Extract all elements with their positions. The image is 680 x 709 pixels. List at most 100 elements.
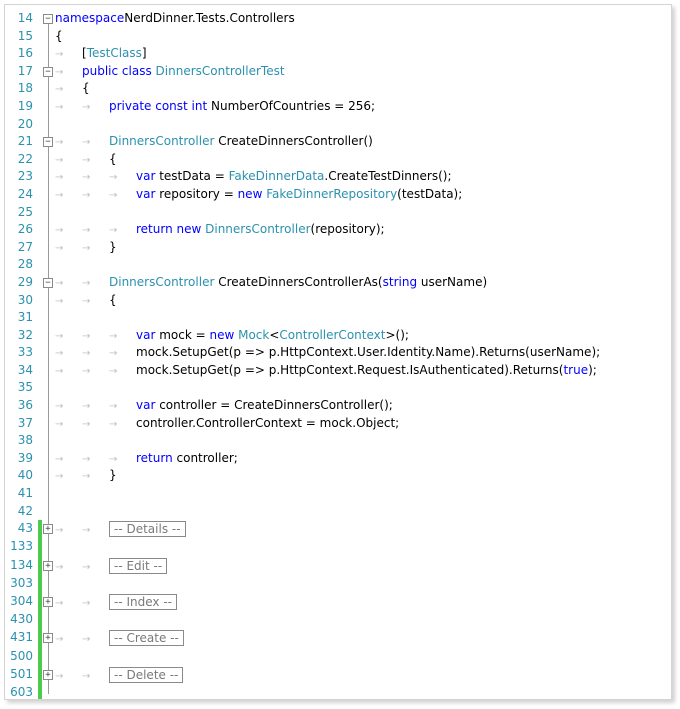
code-line[interactable]: 40 → →}: [5, 467, 671, 486]
change-indicator: [38, 683, 42, 699]
collapse-icon[interactable]: −: [43, 137, 53, 148]
collapse-icon[interactable]: −: [43, 277, 53, 288]
tab-marker-icon: →: [82, 348, 91, 360]
line-number: 24: [17, 186, 33, 201]
code-line[interactable]: 14− namespaceNerdDinner.Tests.Controllers: [5, 10, 671, 28]
tab-marker-icon: →: [82, 561, 91, 573]
code-line[interactable]: 38: [5, 432, 671, 450]
line-number: 430: [10, 612, 33, 627]
collapsed-region[interactable]: -- Details --: [109, 521, 186, 538]
code-token: .CreateTestDinners();: [324, 169, 452, 184]
tab-marker-icon: →: [82, 634, 91, 646]
code-line[interactable]: 15 {: [5, 27, 671, 46]
code-line[interactable]: 430: [5, 611, 671, 630]
tab-marker-icon: →: [82, 365, 91, 377]
keyword-token: var: [136, 169, 160, 184]
code-line[interactable]: 501 + → → -- Delete --: [5, 665, 671, 684]
change-indicator: [38, 520, 42, 539]
code-line[interactable]: 42: [5, 502, 671, 521]
code-line[interactable]: 28: [5, 256, 671, 274]
collapsed-region[interactable]: -- Edit --: [109, 557, 168, 574]
code-line[interactable]: 304 + → → -- Index --: [5, 592, 671, 612]
code-line[interactable]: 31: [5, 309, 671, 327]
code-token: mock =: [159, 327, 210, 342]
code-line[interactable]: 37 → → → controller.ControllerContext = mock…: [5, 414, 671, 433]
code-line[interactable]: 500: [5, 647, 671, 666]
outline-guide: [48, 80, 49, 98]
code-token: {: [82, 81, 90, 96]
tab-marker-icon: →: [55, 525, 64, 537]
expand-icon[interactable]: +: [43, 633, 53, 644]
code-line[interactable]: 16 → [TestClass]: [5, 45, 671, 63]
code-line[interactable]: 303: [5, 574, 671, 593]
collapse-icon[interactable]: −: [43, 14, 53, 24]
type-token: FakeDinnerRepository: [266, 186, 398, 201]
keyword-token: namespace: [55, 11, 125, 25]
tab-marker-icon: →: [109, 225, 118, 237]
outline-guide: [48, 27, 49, 46]
tab-marker-icon: →: [82, 330, 91, 342]
code-line[interactable]: 34 → → → mock.SetupGet(p => p.HttpContext.Re…: [5, 361, 671, 380]
code-line[interactable]: 603: [5, 683, 671, 699]
tab-marker-icon: →: [55, 172, 64, 184]
tab-marker-icon: →: [55, 634, 64, 646]
collapsed-region[interactable]: -- Delete --: [109, 666, 184, 683]
keyword-token: new: [237, 186, 267, 201]
code-line[interactable]: 27 → →}: [5, 238, 671, 258]
line-number: 26: [17, 222, 33, 237]
code-token: );: [588, 362, 597, 377]
code-line[interactable]: 30 → → {: [5, 291, 671, 310]
code-text: → →}: [55, 239, 117, 258]
code-line[interactable]: 17− → public class DinnersControllerTest: [5, 62, 671, 81]
code-token: userName): [420, 274, 488, 289]
keyword-token: new: [209, 327, 239, 342]
line-number: 21: [17, 134, 33, 149]
outline-guide: [48, 185, 49, 204]
code-line[interactable]: 19 → → private const int NumberOfCountries …: [5, 97, 671, 116]
line-number: 27: [17, 239, 33, 254]
code-line[interactable]: 24 → → → var repository = new FakeDinnerRepo…: [5, 185, 671, 204]
collapsed-region[interactable]: -- Create --: [109, 630, 184, 647]
collapse-icon[interactable]: −: [43, 66, 53, 77]
expand-icon[interactable]: +: [43, 560, 53, 571]
code-line[interactable]: 26 → → → return new DinnersController(reposi…: [5, 221, 671, 239]
code-line[interactable]: 23 → → → var testData = FakeDinnerData.Creat…: [5, 168, 671, 186]
change-indicator: [38, 665, 42, 684]
tab-marker-icon: →: [82, 242, 91, 254]
expand-icon[interactable]: +: [43, 524, 53, 535]
code-line[interactable]: 25: [5, 203, 671, 222]
keyword-token: return: [136, 450, 177, 465]
outline-guide: [48, 502, 49, 521]
code-token: (repository);: [310, 222, 385, 237]
code-line[interactable]: 134 + → → -- Edit --: [5, 556, 671, 575]
code-line[interactable]: 29− → → DinnersController CreateDinnersCont…: [5, 273, 671, 292]
code-line[interactable]: 39 → → → return controller;: [5, 449, 671, 468]
code-line[interactable]: 21− → → DinnersController CreateDinnersCont…: [5, 133, 671, 151]
code-line[interactable]: 18 →{: [5, 80, 671, 98]
code-line[interactable]: 33 → → → mock.SetupGet(p => p.HttpContext.Us…: [5, 344, 671, 362]
change-indicator: [38, 592, 42, 612]
tab-marker-icon: →: [55, 348, 64, 360]
expand-icon[interactable]: +: [43, 596, 53, 607]
code-token: ]: [141, 46, 147, 61]
code-line[interactable]: 36 → → → var controller = CreateDinnersContr…: [5, 397, 671, 415]
expand-icon[interactable]: +: [43, 669, 53, 680]
code-editor[interactable]: 14− namespaceNerdDinner.Tests.Controllers…: [5, 10, 671, 699]
code-line[interactable]: 35: [5, 379, 671, 398]
tab-marker-icon: →: [82, 401, 91, 413]
line-number: 40: [17, 468, 33, 483]
code-token: }: [109, 468, 117, 483]
line-number: 134: [10, 557, 33, 572]
line-number: 22: [17, 151, 33, 166]
code-line[interactable]: 20: [5, 115, 671, 134]
keyword-token: true: [563, 362, 589, 377]
code-line[interactable]: 32 → → → var mock = new Mock<ControllerConte…: [5, 326, 671, 345]
code-token: (testData);: [397, 186, 463, 201]
collapsed-region[interactable]: -- Index --: [109, 593, 177, 610]
outline-guide: [48, 485, 49, 503]
code-line[interactable]: 22 → → {: [5, 150, 671, 169]
code-line[interactable]: 133: [5, 538, 671, 557]
code-line[interactable]: 43 + → → -- Details --: [5, 520, 671, 539]
code-line[interactable]: 41: [5, 485, 671, 503]
code-line[interactable]: 431 + → → -- Create --: [5, 629, 671, 648]
